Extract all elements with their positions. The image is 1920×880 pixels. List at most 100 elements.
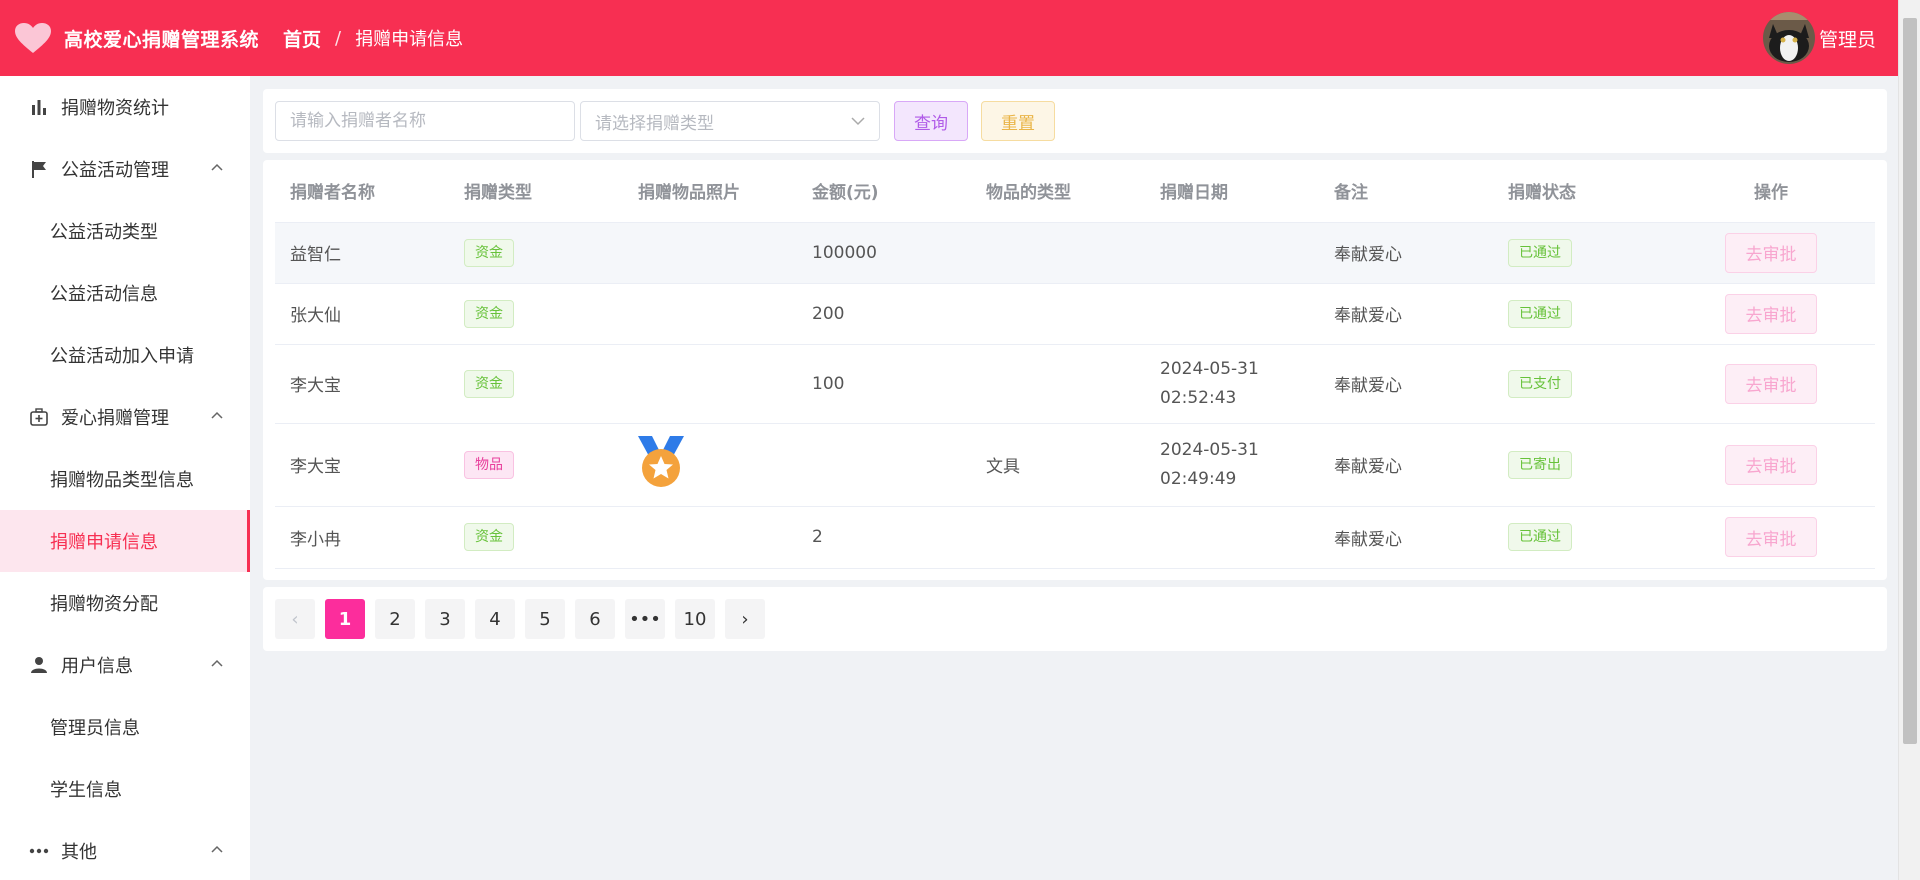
- item-type: [971, 283, 1145, 345]
- page-scrollbar[interactable]: [1898, 0, 1920, 880]
- donor-name: 李小冉: [275, 506, 449, 569]
- donor-name: 益智仁: [275, 222, 449, 284]
- donation-type-tag: 资金: [464, 523, 514, 551]
- photo-cell[interactable]: [623, 423, 797, 507]
- item-type: [971, 506, 1145, 569]
- approve-button[interactable]: 去审批: [1725, 444, 1817, 485]
- column-header: 物品的类型: [971, 160, 1145, 223]
- donation-type-placeholder: 请选择捐赠类型: [595, 113, 714, 134]
- page-button[interactable]: 1: [325, 599, 365, 639]
- breadcrumb-separator: /: [335, 27, 342, 49]
- page-ellipsis-button[interactable]: •••: [625, 599, 665, 639]
- remark: 奉献爱心: [1319, 222, 1493, 284]
- sidebar-item-user-info[interactable]: 用户信息: [0, 634, 250, 696]
- sidebar-item-label: 捐赠物资统计: [61, 98, 169, 119]
- donor-name: 李大宝: [275, 423, 449, 507]
- page-button[interactable]: 5: [525, 599, 565, 639]
- sidebar-item-label: 爱心捐赠管理: [61, 408, 169, 429]
- donor-name-input[interactable]: [275, 101, 575, 141]
- sidebar-item-label: 捐赠物品类型信息: [50, 470, 194, 491]
- sidebar-item-label: 公益活动信息: [50, 284, 158, 305]
- approve-button[interactable]: 去审批: [1725, 517, 1817, 557]
- table-row[interactable]: 益智仁 资金 100000 奉献爱心 已通过 去审批: [275, 222, 1875, 284]
- sidebar-item-label: 公益活动类型: [50, 222, 158, 243]
- chevron-up-icon: [211, 659, 223, 667]
- reset-button[interactable]: 重置: [981, 101, 1055, 141]
- page-button[interactable]: 3: [425, 599, 465, 639]
- sidebar-item-student-info[interactable]: 学生信息: [0, 758, 250, 820]
- column-header: 操作: [1667, 160, 1875, 223]
- donation-type-select[interactable]: 请选择捐赠类型: [580, 101, 880, 141]
- approve-button[interactable]: 去审批: [1725, 293, 1817, 334]
- app-title: 高校爱心捐赠管理系统: [64, 28, 260, 51]
- table-row[interactable]: 李大宝 物品 文具 2024-05-31 02:49:49 奉献爱心 已寄出 去审…: [275, 423, 1875, 507]
- photo-cell: [623, 344, 797, 424]
- query-button[interactable]: 查询: [894, 101, 968, 141]
- approve-button[interactable]: 去审批: [1725, 232, 1817, 273]
- approve-button[interactable]: 去审批: [1725, 363, 1817, 404]
- next-page-button[interactable]: ›: [725, 599, 765, 639]
- amount: 200: [797, 283, 971, 345]
- amount: [797, 423, 971, 507]
- donation-date: 2024-05-31 02:49:49: [1145, 423, 1319, 507]
- page-button[interactable]: 2: [375, 599, 415, 639]
- heart-logo-icon: [15, 23, 51, 53]
- donation-type-tag: 资金: [464, 299, 514, 328]
- amount: 100: [797, 344, 971, 424]
- sidebar-item-label: 管理员信息: [50, 718, 140, 739]
- column-header: 捐赠物品照片: [623, 160, 797, 223]
- sidebar-item-charity-management[interactable]: 公益活动管理: [0, 138, 250, 200]
- page-button[interactable]: 4: [475, 599, 515, 639]
- sidebar-item-label: 学生信息: [50, 780, 122, 801]
- sidebar-item-admin-info[interactable]: 管理员信息: [0, 696, 250, 758]
- page-button[interactable]: 10: [675, 599, 715, 639]
- sidebar-item-other[interactable]: 其他: [0, 820, 250, 880]
- avatar[interactable]: [1762, 12, 1815, 64]
- donation-table-card: 捐赠者名称 捐赠类型 捐赠物品照片 金额(元) 物品的类型 捐赠日期 备注 捐赠…: [263, 160, 1887, 580]
- remark: 奉献爱心: [1319, 506, 1493, 569]
- table-row[interactable]: 张大仙 资金 200 奉献爱心 已通过 去审批: [275, 283, 1875, 345]
- photo-cell: [623, 506, 797, 569]
- user-menu[interactable]: 管理员: [1762, 12, 1876, 64]
- donation-type-tag: 资金: [464, 369, 514, 398]
- donation-table: 捐赠者名称 捐赠类型 捐赠物品照片 金额(元) 物品的类型 捐赠日期 备注 捐赠…: [275, 160, 1875, 569]
- scrollbar-thumb[interactable]: [1903, 18, 1917, 744]
- table-row[interactable]: 李大宝 资金 100 2024-05-31 02:52:43 奉献爱心 已支付 去…: [275, 344, 1875, 424]
- donation-type-tag: 物品: [464, 450, 514, 479]
- breadcrumb-current: 捐赠申请信息: [355, 29, 464, 50]
- sidebar-item-charity-info[interactable]: 公益活动信息: [0, 262, 250, 324]
- first-aid-kit-icon: [28, 406, 50, 428]
- photo-cell: [623, 222, 797, 284]
- sidebar-item-charity-join-requests[interactable]: 公益活动加入申请: [0, 324, 250, 386]
- status-badge: 已通过: [1508, 523, 1572, 551]
- donor-name: 张大仙: [275, 283, 449, 345]
- prev-page-button[interactable]: ‹: [275, 599, 315, 639]
- sidebar-item-donation-requests[interactable]: 捐赠申请信息: [0, 510, 250, 572]
- status-badge: 已通过: [1508, 238, 1572, 267]
- status-badge: 已通过: [1508, 299, 1572, 328]
- sidebar-item-charity-types[interactable]: 公益活动类型: [0, 200, 250, 262]
- donation-type-tag: 资金: [464, 238, 514, 267]
- item-type: [971, 344, 1145, 424]
- table-row[interactable]: 李小冉 资金 2 奉献爱心 已通过 去审批: [275, 506, 1875, 569]
- page-button[interactable]: 6: [575, 599, 615, 639]
- search-bar: 请选择捐赠类型 查询 重置: [263, 89, 1887, 153]
- sidebar-item-donation-stats[interactable]: 捐赠物资统计: [0, 76, 250, 138]
- sidebar-item-donation-item-types[interactable]: 捐赠物品类型信息: [0, 448, 250, 510]
- sidebar-item-donation-allocation[interactable]: 捐赠物资分配: [0, 572, 250, 634]
- breadcrumb-home[interactable]: 首页: [283, 25, 321, 52]
- sidebar-item-label: 捐赠物资分配: [50, 594, 158, 615]
- chevron-down-icon: [851, 117, 865, 126]
- top-header: 高校爱心捐赠管理系统 首页 / 捐赠申请信息 管理员: [0, 0, 1898, 76]
- sidebar-item-donation-management[interactable]: 爱心捐赠管理: [0, 386, 250, 448]
- status-badge: 已寄出: [1508, 450, 1572, 479]
- user-name[interactable]: 管理员: [1819, 25, 1876, 52]
- remark: 奉献爱心: [1319, 344, 1493, 424]
- remark: 奉献爱心: [1319, 423, 1493, 507]
- medal-icon[interactable]: [638, 436, 684, 488]
- sidebar-item-label: 公益活动加入申请: [50, 346, 194, 367]
- sidebar-item-label: 用户信息: [61, 656, 133, 677]
- item-type: [971, 222, 1145, 284]
- donation-date: [1145, 506, 1319, 569]
- column-header: 捐赠日期: [1145, 160, 1319, 223]
